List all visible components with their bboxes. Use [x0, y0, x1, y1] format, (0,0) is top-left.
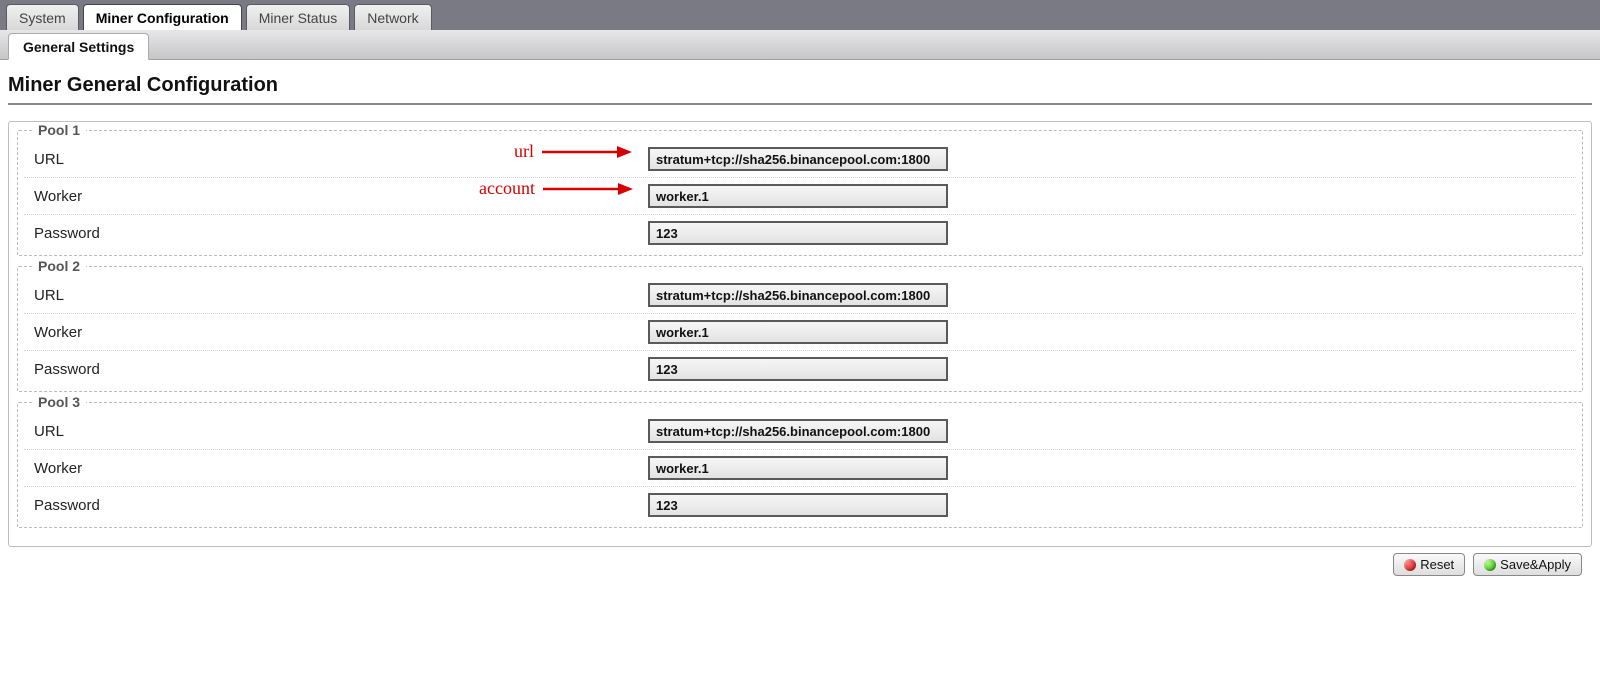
pool2-worker-input[interactable]: [648, 320, 948, 344]
pool1-password-input[interactable]: [648, 221, 948, 245]
pool1-url-row: URL url: [24, 141, 1576, 178]
pool3-url-input[interactable]: [648, 419, 948, 443]
pool-group-3: Pool 3 URL Worker Password: [17, 402, 1583, 528]
reset-dot-icon: [1404, 559, 1416, 571]
pool-legend: Pool 1: [32, 122, 86, 138]
top-tab-bar: System Miner Configuration Miner Status …: [0, 0, 1600, 30]
pool3-password-row: Password: [24, 487, 1576, 523]
tab-miner-configuration[interactable]: Miner Configuration: [83, 4, 242, 30]
password-label: Password: [28, 497, 648, 514]
url-label: URL: [28, 151, 648, 168]
tab-miner-status[interactable]: Miner Status: [246, 4, 351, 30]
pool2-worker-row: Worker: [24, 314, 1576, 351]
pool2-password-input[interactable]: [648, 357, 948, 381]
reset-button[interactable]: Reset: [1393, 553, 1465, 576]
pool3-password-input[interactable]: [648, 493, 948, 517]
pool-legend: Pool 3: [32, 394, 86, 410]
pool1-worker-input[interactable]: [648, 184, 948, 208]
save-apply-button[interactable]: Save&Apply: [1473, 553, 1582, 576]
pool-group-2: Pool 2 URL Worker Password: [17, 266, 1583, 392]
save-apply-button-label: Save&Apply: [1500, 557, 1571, 572]
worker-label: Worker: [28, 188, 648, 205]
password-label: Password: [28, 361, 648, 378]
pool-legend: Pool 2: [32, 258, 86, 274]
pool2-password-row: Password: [24, 351, 1576, 387]
save-dot-icon: [1484, 559, 1496, 571]
title-divider: [8, 103, 1592, 105]
tab-network[interactable]: Network: [354, 4, 431, 30]
url-label: URL: [28, 287, 648, 304]
footer-actions: Reset Save&Apply: [8, 547, 1592, 586]
pool1-worker-row: Worker account: [24, 178, 1576, 215]
page-title: Miner General Configuration: [8, 74, 1592, 97]
tab-system[interactable]: System: [6, 4, 79, 30]
pool1-password-row: Password: [24, 215, 1576, 251]
pool1-url-input[interactable]: [648, 147, 948, 171]
subtab-general-settings[interactable]: General Settings: [8, 33, 149, 60]
pool2-url-row: URL: [24, 277, 1576, 314]
config-container: Pool 1 URL url Worker: [8, 121, 1592, 547]
pool3-worker-row: Worker: [24, 450, 1576, 487]
sub-tab-bar: General Settings: [0, 30, 1600, 60]
worker-label: Worker: [28, 324, 648, 341]
reset-button-label: Reset: [1420, 557, 1454, 572]
password-label: Password: [28, 225, 648, 242]
pool-group-1: Pool 1 URL url Worker: [17, 130, 1583, 256]
pool3-url-row: URL: [24, 413, 1576, 450]
worker-label: Worker: [28, 460, 648, 477]
pool3-worker-input[interactable]: [648, 456, 948, 480]
pool2-url-input[interactable]: [648, 283, 948, 307]
url-label: URL: [28, 423, 648, 440]
